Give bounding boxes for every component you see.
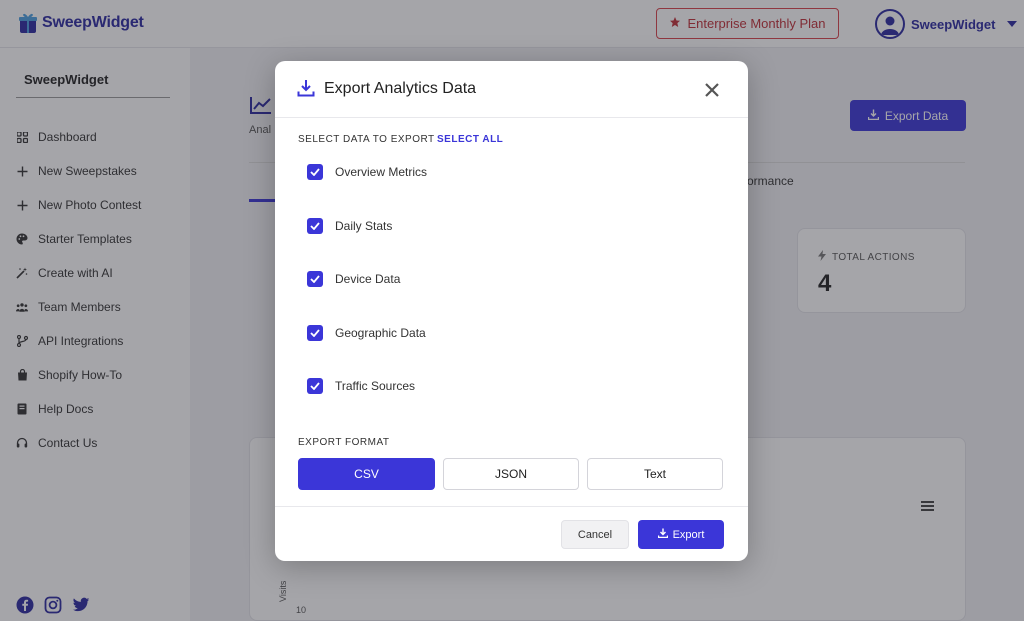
option-label: Traffic Sources [335, 379, 416, 393]
modal-title: Export Analytics Data [324, 80, 477, 97]
checkbox-checked[interactable] [307, 218, 323, 234]
option-label: Device Data [335, 272, 401, 286]
option-geographic-data[interactable]: Geographic Data [307, 325, 426, 341]
export-label: Export [672, 528, 705, 541]
close-icon[interactable] [702, 80, 722, 100]
checkbox-checked[interactable] [307, 325, 323, 341]
option-daily-stats[interactable]: Daily Stats [307, 218, 392, 234]
option-label: Geographic Data [335, 326, 426, 340]
option-overview-metrics[interactable]: Overview Metrics [307, 164, 427, 180]
format-text-button[interactable]: Text [587, 458, 723, 490]
checkbox-checked[interactable] [307, 378, 323, 394]
modal-header: Export Analytics Data [275, 61, 748, 118]
format-csv-button[interactable]: CSV [298, 458, 435, 490]
select-all-link[interactable]: SELECT ALL [437, 134, 503, 145]
option-traffic-sources[interactable]: Traffic Sources [307, 378, 415, 394]
select-data-label: SELECT DATA TO EXPORT [298, 134, 435, 145]
option-label: Daily Stats [335, 219, 393, 233]
export-format-label: EXPORT FORMAT [298, 437, 390, 448]
option-label: Overview Metrics [335, 165, 428, 179]
cancel-button[interactable]: Cancel [561, 520, 629, 549]
export-button[interactable]: Export [638, 520, 724, 549]
download-icon [657, 528, 668, 541]
checkbox-checked[interactable] [307, 271, 323, 287]
format-json-button[interactable]: JSON [443, 458, 579, 490]
option-device-data[interactable]: Device Data [307, 271, 400, 287]
download-icon [297, 79, 315, 97]
export-analytics-modal: Export Analytics Data SELECT DATA TO EXP… [275, 61, 748, 561]
modal-footer-divider [275, 506, 748, 507]
checkbox-checked[interactable] [307, 164, 323, 180]
